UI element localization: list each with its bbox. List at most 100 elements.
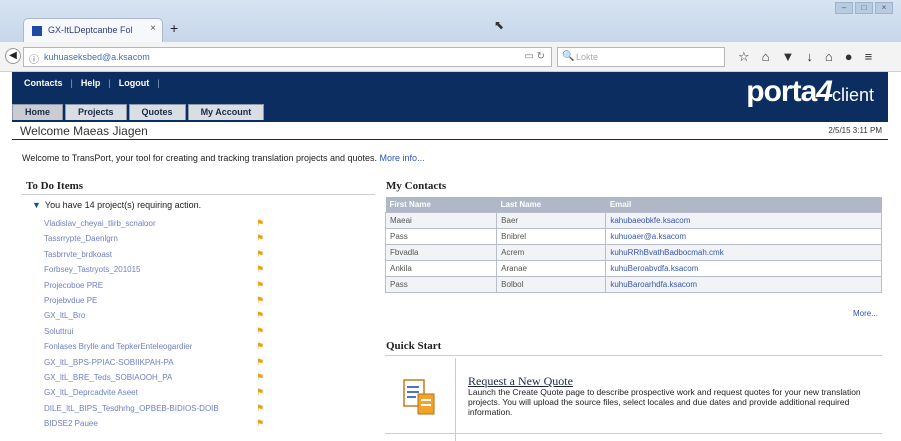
contact-first-name: Fbvadla (384, 244, 498, 261)
search-placeholder: Lokte (576, 52, 599, 62)
new-tab-button[interactable]: + (170, 20, 178, 36)
contact-email[interactable]: kahubaeobkfe.ksacom (605, 212, 882, 229)
flag-icon: ⚑ (256, 387, 265, 398)
todo-item: BIDSE2 Pauee ⚑ (44, 416, 276, 431)
tab-quotes[interactable]: Quotes (128, 104, 186, 120)
todo-project-link[interactable]: BIDSE2 Pauee (44, 419, 98, 428)
todo-summary[interactable]: ▼ You have 14 project(s) requiring action… (32, 200, 201, 210)
contact-email[interactable]: kuhuBeroabvdfa.ksacom (605, 260, 882, 277)
minimize-button[interactable]: – (835, 2, 853, 14)
window-close-button[interactable]: × (875, 2, 893, 14)
portal-client-logo: porta4client (746, 75, 874, 108)
todo-project-link[interactable]: Fonlases Brylle and TepkerEnteleogardier (44, 342, 192, 351)
pocket-icon[interactable]: ▼ (782, 49, 795, 65)
flag-icon: ⚑ (256, 402, 265, 413)
search-icon: 🔍 (562, 51, 575, 62)
tab-home[interactable]: Home (12, 104, 64, 120)
todo-project-link[interactable]: Tassrrypte_Daenlgrn (44, 234, 118, 243)
home-icon[interactable]: ⌂ (825, 49, 833, 65)
flag-icon: ⚑ (256, 294, 265, 305)
flag-icon: ⚑ (256, 356, 265, 367)
contact-first-name: Pass (384, 228, 498, 245)
flag-icon: ⚑ (256, 325, 265, 336)
todo-project-link[interactable]: Vladislav_cheyai_tlirb_scnaloor (44, 219, 156, 228)
bookmark-star-icon[interactable]: ☆ (738, 49, 750, 65)
todo-project-link[interactable]: GX_ltL_BRE_Teds_SOBIAOOH_PA (44, 373, 172, 382)
column-header[interactable]: First Name (385, 197, 497, 213)
quick-start-column-divider (455, 358, 456, 441)
contact-first-name: Maeai (384, 212, 498, 229)
todo-item: Fonlases Brylle and TepkerEnteleogardier… (44, 339, 276, 354)
welcome-bar: Welcome Maeas Jiagen 2/5/15 3:11 PM (12, 122, 888, 140)
todo-item: GX_ltL_BRE_Teds_SOBIAOOH_PA ⚑ (44, 370, 276, 385)
bookmarks-icon[interactable]: ⌂ (762, 49, 770, 65)
column-header[interactable]: Email (605, 197, 882, 213)
help-link[interactable]: Help (81, 78, 101, 88)
todo-project-link[interactable]: GX_ltL_Deprcadvite Aseet (44, 388, 138, 397)
todo-project-link[interactable]: Soluttrui (44, 327, 73, 336)
reload-icon[interactable]: ▭ ↻ (524, 51, 545, 62)
todo-project-link[interactable]: Projecoboe PRE (44, 281, 103, 290)
flag-icon: ⚑ (256, 371, 265, 382)
flag-icon: ⚑ (256, 233, 265, 244)
contact-row: Maeai Baer kahubaeobkfe.ksacom (384, 212, 882, 229)
maximize-button[interactable]: □ (855, 2, 873, 14)
contacts-title: My Contacts (386, 180, 447, 192)
todo-item: Projebvdue PE ⚑ (44, 293, 276, 308)
back-button[interactable]: ◀ (5, 48, 21, 64)
quick-start-divider (385, 355, 882, 356)
contact-row: Pass Bnibrel kuhuoaer@a.ksacom (384, 228, 882, 245)
contact-email[interactable]: kuhuBaroarhdfa.ksacom (605, 276, 882, 293)
address-bar[interactable]: ⓘ kuhuaseksbed@a.ksacom ▭ ↻ (23, 47, 552, 67)
contacts-link[interactable]: Contacts (24, 78, 63, 88)
download-icon[interactable]: ↓ (806, 49, 813, 65)
todo-project-link[interactable]: DILE_ltL_BIPS_Tesdhrhg_OPBEB-BIDIOS-DOIB (44, 404, 219, 413)
todo-item: GX_ltL_Bro ⚑ (44, 308, 276, 323)
browser-tab[interactable]: GX-ItLDeptcanbe Fol × (23, 18, 163, 42)
tab-projects[interactable]: Projects (65, 104, 127, 120)
more-contacts-link[interactable]: More... (853, 309, 878, 318)
favicon-icon (32, 26, 42, 36)
browser-tab-title: GX-ItLDeptcanbe Fol (48, 25, 133, 35)
contact-last-name: Bolbol (496, 276, 607, 293)
browser-toolbar: ☆ ⌂ ▼ ↓ ⌂ ● ≡ (738, 49, 872, 65)
url-text: kuhuaseksbed@a.ksacom (44, 52, 150, 62)
contact-row: Pass Bolbol kuhuBaroarhdfa.ksacom (384, 276, 882, 293)
contact-last-name: Baer (496, 212, 607, 229)
contact-first-name: Ankila (384, 260, 498, 277)
todo-item: Forbsey_Tastryots_201015 ⚑ (44, 262, 276, 277)
flag-icon: ⚑ (256, 279, 265, 290)
browser-tabstrip: GX-ItLDeptcanbe Fol × + ⬉ – □ × (0, 0, 901, 42)
welcome-heading: Welcome Maeas Jiagen (20, 124, 148, 138)
todo-project-link[interactable]: GX_ltL_Bro (44, 311, 85, 320)
current-date: 2/5/15 3:11 PM (828, 126, 882, 135)
todo-project-link[interactable]: Forbsey_Tastryots_201015 (44, 265, 141, 274)
contact-last-name: Bnibrel (496, 228, 607, 245)
quick-start-bottom-divider (385, 433, 882, 434)
todo-project-link[interactable]: GX_ltL_BPS-PPIAC-SOBIIKPAH-PA (44, 358, 174, 367)
todo-title: To Do Items (26, 180, 84, 192)
logout-link[interactable]: Logout (119, 78, 150, 88)
tab-my-account[interactable]: My Account (187, 104, 265, 120)
extension-icon[interactable]: ● (845, 49, 853, 65)
flag-icon: ⚑ (256, 264, 265, 275)
more-info-link[interactable]: More info... (380, 153, 425, 163)
todo-list: Vladislav_cheyai_tlirb_scnaloor ⚑ Tassrryp… (44, 216, 276, 431)
todo-project-link[interactable]: Projebvdue PE (44, 296, 97, 305)
site-info-icon: ⓘ (29, 55, 39, 66)
flag-icon: ⚑ (256, 341, 265, 352)
expand-triangle-icon[interactable]: ▼ (32, 200, 41, 210)
column-header[interactable]: Last Name (496, 197, 606, 213)
todo-project-link[interactable]: Tasbrrvte_brdkoast (44, 250, 112, 259)
contact-email[interactable]: kuhuoaer@a.ksacom (605, 228, 882, 245)
close-icon[interactable]: × (150, 23, 156, 34)
todo-item: Vladislav_cheyai_tlirb_scnaloor ⚑ (44, 216, 276, 231)
nav-separator: | (70, 78, 73, 88)
top-nav: Contacts | Help | Logout | (24, 78, 160, 88)
quote-document-icon[interactable] (402, 376, 436, 416)
contact-email[interactable]: kuhuRRhBvathBadbocmah.cmk (605, 244, 882, 261)
search-input[interactable]: 🔍 Lokte (557, 47, 725, 67)
contact-first-name: Pass (384, 276, 498, 293)
menu-icon[interactable]: ≡ (865, 49, 873, 65)
contact-last-name: Acrem (496, 244, 607, 261)
